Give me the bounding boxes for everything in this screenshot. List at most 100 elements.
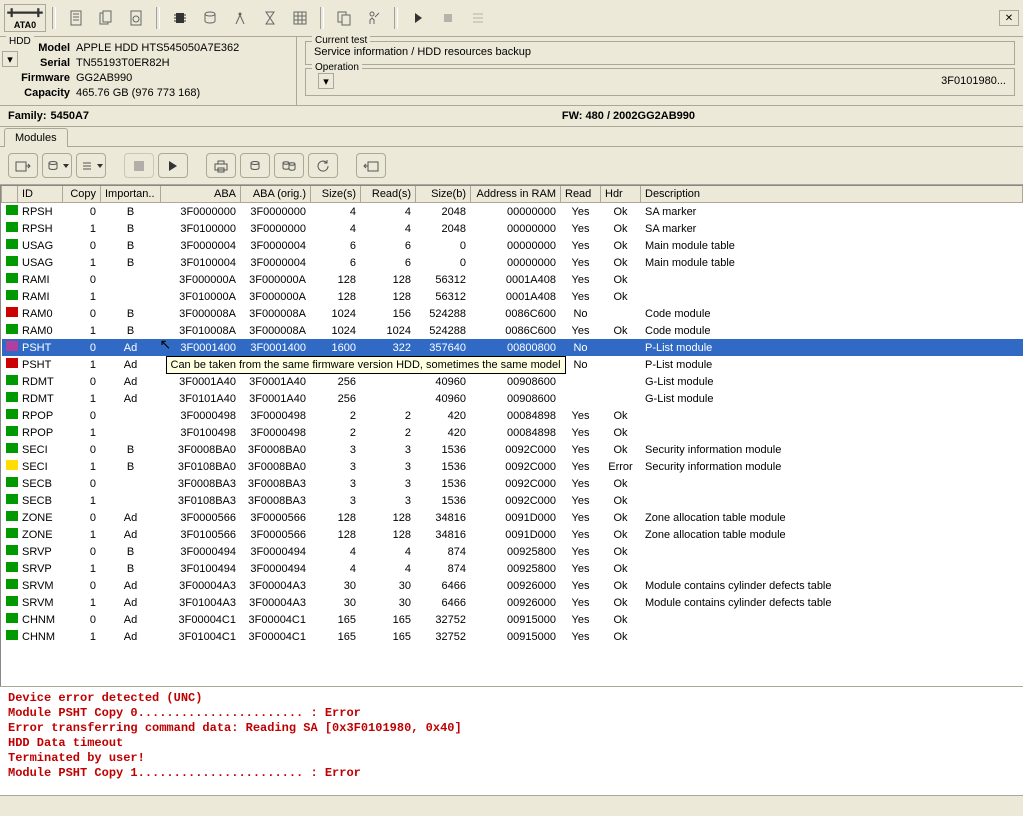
- table-row[interactable]: SRVP0B3F00004943F00004944487400925800Yes…: [2, 543, 1023, 560]
- table-row[interactable]: CHNM1Ad3F01004C13F00004C1165165327520091…: [2, 628, 1023, 645]
- table-row[interactable]: PSHT0Ad3F00014003F0001400160032235764000…: [2, 339, 1023, 356]
- modules-table[interactable]: ID Copy Importan.. ABA ABA (orig.) Size(…: [0, 185, 1023, 686]
- hdd-panel: HDD ▾ ModelAPPLE HDD HTS545050A7E362 Ser…: [0, 37, 297, 105]
- main-toolbar: ATA0 ✕: [0, 0, 1023, 37]
- status-square-icon: [6, 375, 18, 385]
- fw-value: 480 / 2002GG2AB990: [586, 110, 695, 122]
- grid-icon[interactable]: [286, 4, 314, 32]
- status-square-icon: [6, 545, 18, 555]
- status-square-icon: [6, 358, 18, 368]
- status-square-icon: [6, 477, 18, 487]
- table-row[interactable]: RAM00B3F000008A3F000008A1024156524288008…: [2, 305, 1023, 322]
- status-bar: [0, 795, 1023, 816]
- chip-icon[interactable]: [166, 4, 194, 32]
- tab-modules[interactable]: Modules: [4, 128, 68, 147]
- status-square-icon: [6, 511, 18, 521]
- refresh-icon[interactable]: [308, 153, 338, 178]
- hdd-capacity: 465.76 GB (976 773 168): [76, 86, 200, 101]
- table-row[interactable]: SECB03F0008BA33F0008BA33315360092C000Yes…: [2, 475, 1023, 492]
- close-pane-icon[interactable]: ✕: [999, 10, 1019, 26]
- family-value: 5450A7: [51, 110, 90, 122]
- table-row[interactable]: RDMT1Ad3F0101A403F0001A40256409600090860…: [2, 390, 1023, 407]
- table-row[interactable]: SRVM0Ad3F00004A33F00004A3303064660092600…: [2, 577, 1023, 594]
- db-multi-icon[interactable]: [274, 153, 304, 178]
- status-square-icon: [6, 222, 18, 232]
- status-square-icon: [6, 579, 18, 589]
- table-row[interactable]: SECI1B3F0108BA03F0008BA03315360092C000Ye…: [2, 458, 1023, 475]
- info-strip: HDD ▾ ModelAPPLE HDD HTS545050A7E362 Ser…: [0, 37, 1023, 106]
- sub-play-icon[interactable]: [158, 153, 188, 178]
- hdd-model: APPLE HDD HTS545050A7E362: [76, 41, 239, 56]
- table-row[interactable]: RPSH0B3F00000003F000000044204800000000Ye…: [2, 203, 1023, 221]
- status-square-icon: [6, 409, 18, 419]
- table-row[interactable]: RPSH1B3F01000003F000000044204800000000Ye…: [2, 220, 1023, 237]
- sub-stop-icon[interactable]: [124, 153, 154, 178]
- status-square-icon: [6, 341, 18, 351]
- status-square-icon: [6, 562, 18, 572]
- ata-interface-button[interactable]: ATA0: [4, 4, 46, 32]
- table-row[interactable]: SECB13F0108BA33F0008BA33315360092C000Yes…: [2, 492, 1023, 509]
- hdd-legend: HDD: [6, 36, 34, 47]
- table-row[interactable]: RPOP13F01004983F00004982242000084898YesO…: [2, 424, 1023, 441]
- person-icon[interactable]: [360, 4, 388, 32]
- table-row[interactable]: USAG0B3F00000043F000000466000000000YesOk…: [2, 237, 1023, 254]
- status-square-icon: [6, 205, 18, 215]
- copy-icon[interactable]: [330, 4, 358, 32]
- table-row[interactable]: RAMI03F000000A3F000000A128128563120001A4…: [2, 271, 1023, 288]
- cylinder-icon[interactable]: [196, 4, 224, 32]
- table-row[interactable]: SRVP1B3F01004943F00004944487400925800Yes…: [2, 560, 1023, 577]
- family-row: Family: 5450A7 FW: 480 / 2002GG2AB990: [0, 106, 1023, 127]
- hdd-dropdown-icon[interactable]: ▾: [2, 51, 18, 67]
- tab-strip: Modules: [0, 127, 1023, 147]
- table-row[interactable]: USAG1B3F01000043F000000466000000000YesOk…: [2, 254, 1023, 271]
- status-square-icon: [6, 494, 18, 504]
- table-row[interactable]: RAM01B3F010008A3F000008A1024102452428800…: [2, 322, 1023, 339]
- hourglass-icon[interactable]: [256, 4, 284, 32]
- document-icon[interactable]: [62, 4, 90, 32]
- status-square-icon: [6, 630, 18, 640]
- status-square-icon: [6, 256, 18, 266]
- export-icon[interactable]: [8, 153, 38, 178]
- table-header[interactable]: ID Copy Importan.. ABA ABA (orig.) Size(…: [2, 186, 1023, 203]
- compass-icon[interactable]: [226, 4, 254, 32]
- stop-icon[interactable]: [434, 4, 462, 32]
- tooltip: Can be taken from the same firmware vers…: [166, 356, 566, 374]
- current-test-value: Service information / HDD resources back…: [314, 46, 531, 58]
- status-square-icon: [6, 290, 18, 300]
- db-single-icon[interactable]: [240, 153, 270, 178]
- table-row[interactable]: RPOP03F00004983F00004982242000084898YesO…: [2, 407, 1023, 424]
- play-icon[interactable]: [404, 4, 432, 32]
- status-square-icon: [6, 613, 18, 623]
- status-square-icon: [6, 273, 18, 283]
- table-row[interactable]: SECI0B3F0008BA03F0008BA03315360092C000Ye…: [2, 441, 1023, 458]
- status-square-icon: [6, 460, 18, 470]
- table-row[interactable]: CHNM0Ad3F00004C13F00004C1165165327520091…: [2, 611, 1023, 628]
- db-dd-icon[interactable]: [42, 153, 72, 178]
- status-square-icon: [6, 443, 18, 453]
- table-row[interactable]: SRVM1Ad3F01004A33F00004A3303064660092600…: [2, 594, 1023, 611]
- list-icon[interactable]: [464, 4, 492, 32]
- ata-label: ATA0: [14, 20, 36, 30]
- table-row[interactable]: RAMI13F010000A3F000000A128128563120001A4…: [2, 288, 1023, 305]
- status-square-icon: [6, 307, 18, 317]
- status-square-icon: [6, 426, 18, 436]
- modules-toolbar: [0, 147, 1023, 185]
- import-icon[interactable]: [356, 153, 386, 178]
- status-square-icon: [6, 596, 18, 606]
- list-dd-icon[interactable]: [76, 153, 106, 178]
- operation-address: 3F0101980...: [941, 75, 1006, 87]
- status-square-icon: [6, 239, 18, 249]
- hdd-serial: TN55193T0ER82H: [76, 56, 170, 71]
- operation-group: Operation ▾ 3F0101980...: [305, 68, 1015, 96]
- log-panel[interactable]: Device error detected (UNC)Module PSHT C…: [0, 686, 1023, 795]
- operation-dropdown-icon[interactable]: ▾: [318, 73, 334, 89]
- status-square-icon: [6, 528, 18, 538]
- table-row[interactable]: ZONE0Ad3F00005663F0000566128128348160091…: [2, 509, 1023, 526]
- docs-stack-icon[interactable]: [92, 4, 120, 32]
- hdd-firmware: GG2AB990: [76, 71, 132, 86]
- table-row[interactable]: ZONE1Ad3F01005663F0000566128128348160091…: [2, 526, 1023, 543]
- table-row[interactable]: RDMT0Ad3F0001A403F0001A40256409600090860…: [2, 373, 1023, 390]
- current-test-group: Current test Service information / HDD r…: [305, 41, 1015, 65]
- gear-doc-icon[interactable]: [122, 4, 150, 32]
- print-icon[interactable]: [206, 153, 236, 178]
